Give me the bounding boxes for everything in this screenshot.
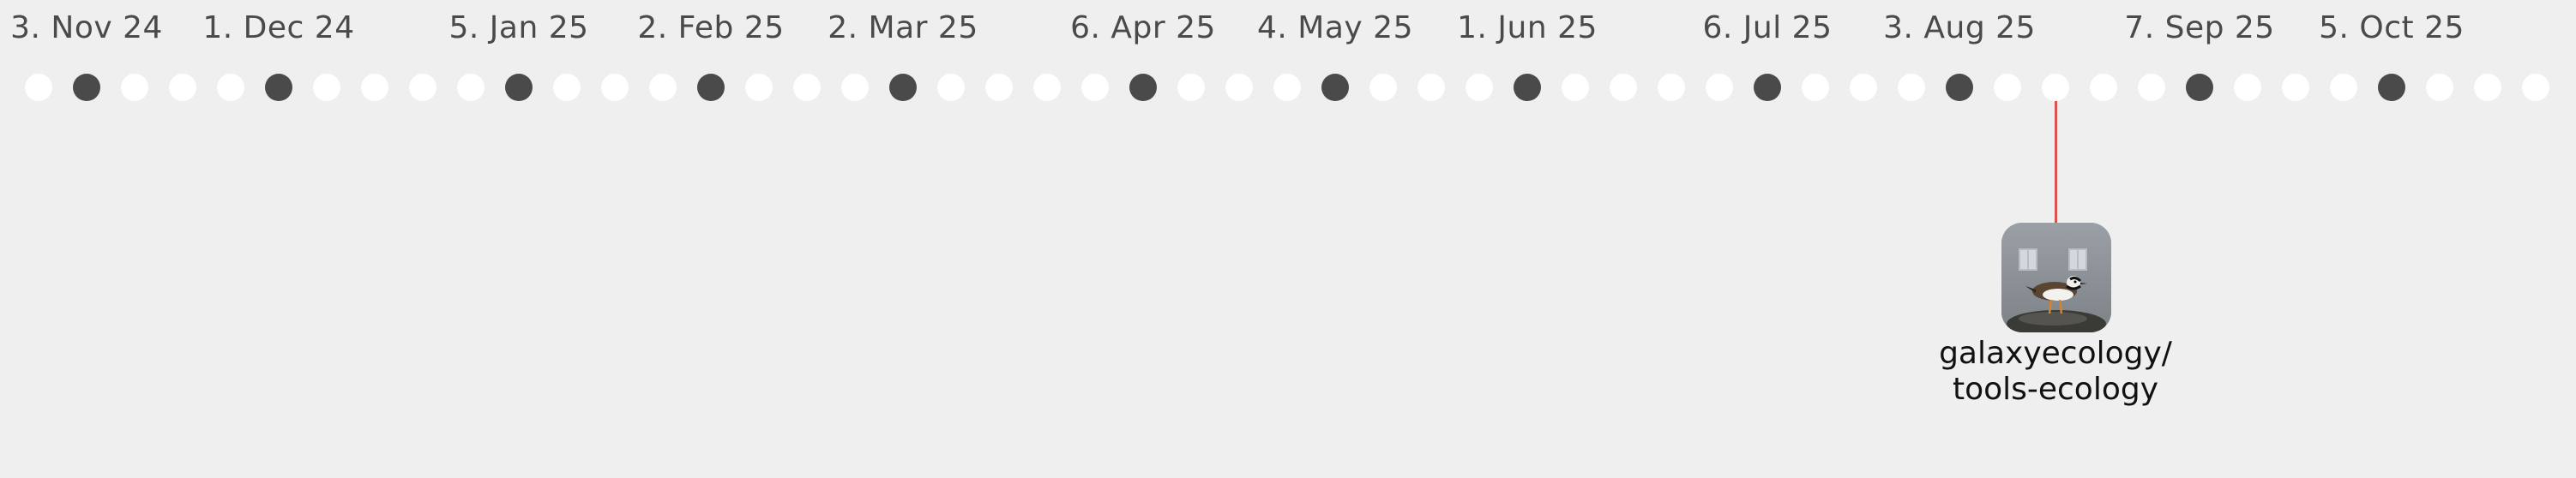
- week-dot: [1033, 74, 1061, 101]
- week-dot-labeled: [73, 74, 100, 101]
- tick-label-dec-24: 1. Dec 24: [202, 10, 355, 45]
- week-dot-labeled: [1946, 74, 1973, 101]
- week-dot: [457, 74, 485, 101]
- week-dot: [1658, 74, 1685, 101]
- week-dot: [1898, 74, 1925, 101]
- repo-title: tools-ecology: [1952, 372, 2159, 407]
- week-dot: [1369, 74, 1397, 101]
- week-dot: [1081, 74, 1109, 101]
- repo-avatar[interactable]: [2001, 223, 2111, 332]
- week-dot: [25, 74, 52, 101]
- week-dot-labeled: [2378, 74, 2405, 101]
- week-dot: [649, 74, 677, 101]
- week-dot: [745, 74, 773, 101]
- tick-label-nov-24: 3. Nov 24: [10, 10, 163, 45]
- week-dot-labeled: [1129, 74, 1157, 101]
- week-dot: [217, 74, 244, 101]
- week-dot: [1225, 74, 1253, 101]
- week-dot: [1610, 74, 1637, 101]
- week-dot-labeled: [505, 74, 533, 101]
- tick-label-aug-25: 3. Aug 25: [1883, 10, 2036, 45]
- week-dot: [937, 74, 965, 101]
- week-dot: [2138, 74, 2165, 101]
- week-dot: [2234, 74, 2261, 101]
- tick-label-jan-25: 5. Jan 25: [448, 10, 589, 45]
- week-dot-labeled: [697, 74, 725, 101]
- week-dot: [793, 74, 821, 101]
- tick-label-mar-25: 2. Mar 25: [828, 10, 978, 45]
- tick-label-apr-25: 6. Apr 25: [1070, 10, 1216, 45]
- week-dot: [2282, 74, 2309, 101]
- week-dot-labeled: [1754, 74, 1781, 101]
- tick-label-sep-25: 7. Sep 25: [2124, 10, 2275, 45]
- bird-photo-avatar-icon: [2001, 223, 2111, 332]
- week-dot: [1562, 74, 1589, 101]
- week-dot: [409, 74, 436, 101]
- week-dot: [1994, 74, 2021, 101]
- week-dot: [2522, 74, 2549, 101]
- week-dot: [169, 74, 196, 101]
- week-dot: [2474, 74, 2501, 101]
- tick-label-feb-25: 2. Feb 25: [637, 10, 785, 45]
- week-dot: [1850, 74, 1877, 101]
- tick-label-may-25: 4. May 25: [1257, 10, 1413, 45]
- week-dot: [1466, 74, 1493, 101]
- week-dot: [553, 74, 581, 101]
- repo-name-label[interactable]: galaxyecology/ tools-ecology: [1939, 336, 2172, 408]
- week-dot: [2090, 74, 2117, 101]
- week-dot-event[interactable]: [2042, 74, 2069, 101]
- week-dot-labeled: [1321, 74, 1349, 101]
- week-dot: [601, 74, 629, 101]
- timeline-page: 3. Nov 24 1. Dec 24 5. Jan 25 2. Feb 25 …: [0, 0, 2576, 478]
- repo-owner: galaxyecology/: [1939, 336, 2172, 371]
- week-dot: [121, 74, 148, 101]
- week-dot: [361, 74, 388, 101]
- week-dot: [841, 74, 869, 101]
- week-dot-labeled: [889, 74, 917, 101]
- week-dot: [985, 74, 1013, 101]
- week-dot-labeled: [1514, 74, 1541, 101]
- week-dot: [1802, 74, 1829, 101]
- tick-label-jun-25: 1. Jun 25: [1457, 10, 1598, 45]
- week-dot-labeled: [2186, 74, 2213, 101]
- week-dot: [313, 74, 340, 101]
- tick-label-oct-25: 5. Oct 25: [2319, 10, 2465, 45]
- tick-label-jul-25: 6. Jul 25: [1702, 10, 1833, 45]
- week-dot: [1273, 74, 1301, 101]
- week-dot: [1177, 74, 1205, 101]
- week-dot: [1417, 74, 1445, 101]
- week-dot: [2426, 74, 2453, 101]
- week-dot: [2330, 74, 2357, 101]
- week-dot: [1706, 74, 1733, 101]
- event-connector-line: [2055, 101, 2057, 223]
- week-dot-labeled: [265, 74, 292, 101]
